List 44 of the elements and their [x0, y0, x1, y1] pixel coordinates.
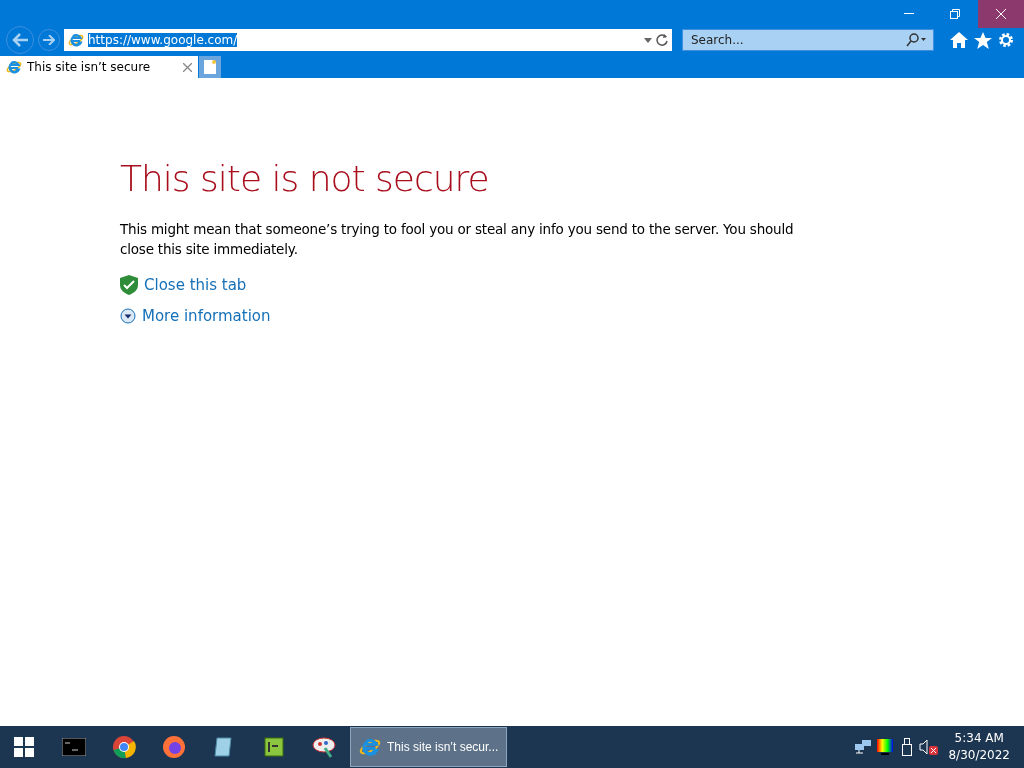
- network-icon: [855, 740, 872, 754]
- settings-icon[interactable]: [998, 31, 1014, 48]
- warning-message: This might mean that someone’s trying to fool you or steal any info you send to the server. You should close this site immediately.: [120, 220, 795, 259]
- display-icon: [877, 739, 894, 755]
- tab-title: This site isn’t secure: [27, 60, 152, 74]
- notepad-icon: [213, 736, 235, 758]
- chrome-icon: [112, 735, 136, 759]
- usb-drive-icon: [901, 738, 914, 756]
- search-input[interactable]: Search...: [689, 32, 905, 48]
- restore-icon: [950, 9, 960, 19]
- volume-muted-icon: [919, 739, 940, 755]
- new-tab-button[interactable]: [199, 56, 221, 78]
- clock[interactable]: 5:34 AM 8/30/2022: [940, 730, 1024, 764]
- windows-logo-icon: [14, 737, 34, 757]
- new-page-icon: [204, 60, 216, 74]
- back-arrow-icon: [12, 33, 28, 47]
- paint-icon: [311, 736, 337, 758]
- browser-tab[interactable]: This site isn’t secure: [0, 56, 198, 78]
- search-icon: [905, 33, 927, 47]
- minimize-icon: [904, 13, 914, 15]
- terminal-icon: [62, 738, 86, 756]
- firefox-icon: [162, 735, 186, 759]
- close-icon: [996, 9, 1006, 19]
- search-field[interactable]: Search...: [682, 29, 934, 51]
- browser-e-icon: [68, 32, 84, 48]
- expand-icon: [120, 308, 136, 324]
- clock-date: 8/30/2022: [948, 747, 1010, 764]
- refresh-icon: [656, 34, 668, 46]
- more-information-link[interactable]: More information: [120, 307, 271, 325]
- close-icon[interactable]: [183, 62, 192, 72]
- url-text: https://www.google.com/: [88, 33, 238, 47]
- address-bar[interactable]: https://www.google.com/: [64, 29, 672, 51]
- home-icon[interactable]: [950, 31, 968, 48]
- browser-e-icon: [359, 736, 381, 758]
- taskbar-app[interactable]: This site isn’t secur...: [350, 727, 508, 767]
- page-heading: This site is not secure: [120, 158, 490, 199]
- dropdown-icon: [644, 37, 652, 43]
- close-tab-link[interactable]: Close this tab: [120, 275, 247, 295]
- forward-arrow-icon: [43, 35, 55, 45]
- star-icon[interactable]: [974, 31, 992, 49]
- shield-check-icon: [120, 275, 138, 295]
- clock-time: 5:34 AM: [954, 730, 1004, 747]
- browser-e-icon: [6, 59, 22, 75]
- editor-icon: [263, 736, 285, 758]
